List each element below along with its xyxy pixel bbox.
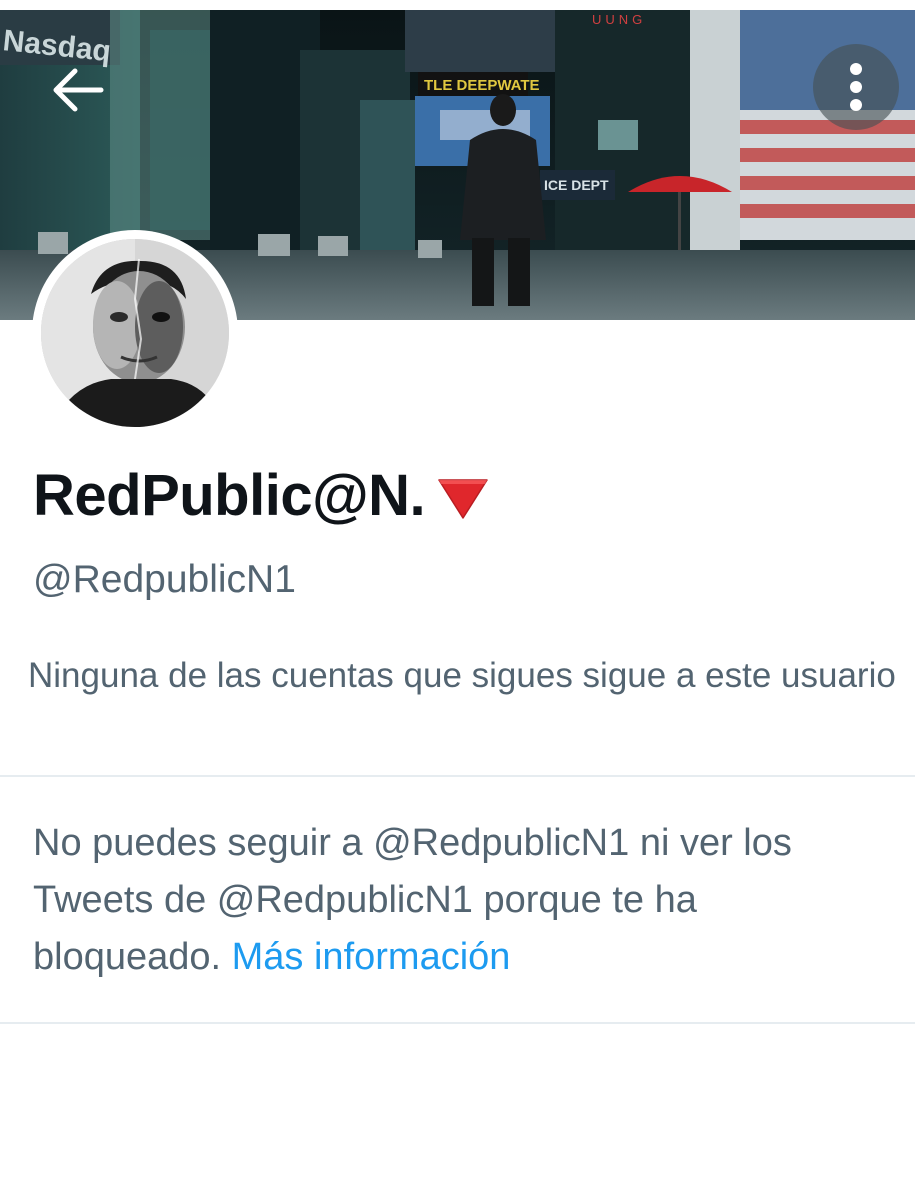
profile-page: Nasdaq TLE DEEPWATE UUNG ICE DEPT RedPub… [0, 0, 915, 1200]
more-info-link[interactable]: Más información [232, 936, 511, 978]
red-triangle-down-icon [438, 478, 488, 519]
back-button[interactable] [44, 56, 112, 124]
avatar-portrait [41, 239, 229, 427]
more-vertical-icon [850, 63, 862, 111]
banner-ticker-text: TLE DEEPWATE [424, 77, 540, 94]
display-name-text: RedPublic@N. [33, 463, 426, 528]
divider [0, 775, 915, 777]
avatar-image [41, 239, 229, 427]
more-options-button[interactable] [813, 44, 899, 130]
blocked-notice: No puedes seguir a @RedpublicN1 ni ver l… [33, 815, 893, 986]
profile-handle: @RedpublicN1 [33, 558, 296, 601]
followers-you-know-note: Ninguna de las cuentas que sigues sigue … [28, 656, 896, 695]
avatar[interactable] [32, 230, 238, 436]
profile-display-name: RedPublic@N. [33, 462, 493, 529]
divider [0, 1022, 915, 1024]
arrow-left-icon [53, 68, 104, 112]
banner-dept-text: ICE DEPT [544, 177, 609, 193]
banner-sign-text: UUNG [592, 12, 646, 27]
